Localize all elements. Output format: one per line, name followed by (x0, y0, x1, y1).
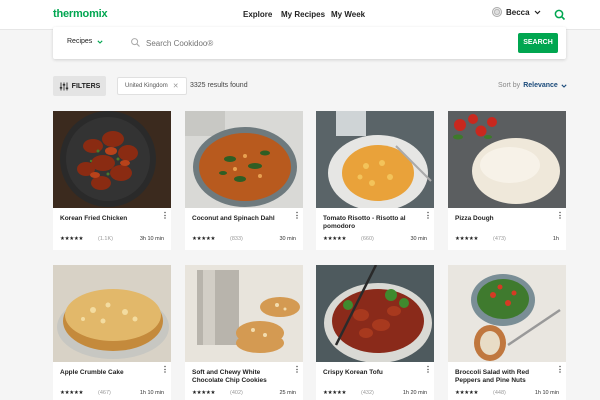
more-options-icon[interactable]: ⋮ (556, 212, 564, 220)
more-options-icon[interactable]: ⋮ (161, 366, 169, 374)
thermomix-logo[interactable]: thermomix (53, 8, 108, 20)
more-options-icon[interactable]: ⋮ (161, 212, 169, 220)
star-rating: ★★★★★ (323, 236, 347, 242)
recipe-image-apple-crumble-cake[interactable] (53, 265, 171, 362)
recipe-title[interactable]: Apple Crumble Cake (60, 369, 154, 377)
rating-count: (1.1K) (98, 236, 113, 242)
sort-value: Relevance (523, 82, 558, 89)
recipe-image-pizza-dough[interactable] (448, 111, 566, 208)
nav-my-week[interactable]: My Week (331, 10, 365, 19)
star-rating: ★★★★★ (455, 390, 479, 396)
recipe-card[interactable]: Pizza Dough ⋮ ★★★★★ (473) 1h (448, 111, 566, 250)
user-menu[interactable]: Becca (492, 7, 541, 17)
recipe-image-crispy-korean-tofu[interactable] (316, 265, 434, 362)
recipe-title[interactable]: Korean Fried Chicken (60, 215, 154, 223)
user-name: Becca (506, 7, 530, 17)
star-rating: ★★★★★ (192, 236, 216, 242)
recipe-image-white-chocolate-cookies[interactable] (185, 265, 303, 362)
chevron-down-icon (534, 10, 541, 14)
star-rating: ★★★★★ (455, 236, 479, 242)
rating-count: (660) (361, 236, 374, 242)
rating-count: (432) (361, 390, 374, 396)
star-rating: ★★★★★ (60, 236, 84, 242)
recipe-title[interactable]: Broccoli Salad with Red Peppers and Pine… (455, 369, 549, 385)
cook-time: 30 min (410, 236, 427, 242)
cook-time: 1h 10 min (534, 390, 559, 396)
filters-button[interactable]: FILTERS (53, 76, 106, 96)
recipe-title[interactable]: Coconut and Spinach Dahl (192, 215, 286, 223)
recipe-title[interactable]: Tomato Risotto - Risotto al pomodoro (323, 215, 417, 231)
recipe-image-coconut-dahl[interactable] (185, 111, 303, 208)
recipe-card[interactable]: Apple Crumble Cake ⋮ ★★★★★ (467) 1h 10 m… (53, 265, 171, 400)
results-count: 3325 results found (190, 82, 248, 89)
nav-explore[interactable]: Explore (243, 10, 272, 19)
cook-time: 1h (552, 236, 559, 242)
category-dropdown[interactable]: Recipes (67, 38, 103, 45)
rating-count: (473) (493, 236, 506, 242)
more-options-icon[interactable]: ⋮ (556, 366, 564, 374)
recipe-title[interactable]: Pizza Dough (455, 215, 549, 223)
filters-label: FILTERS (71, 82, 101, 90)
search-bar: Recipes SEARCH (53, 27, 566, 59)
rating-count: (448) (493, 390, 506, 396)
filter-sliders-icon (59, 82, 68, 90)
recipe-card[interactable]: Crispy Korean Tofu ⋮ ★★★★★ (432) 1h 20 m… (316, 265, 434, 400)
cook-time: 30 min (279, 236, 296, 242)
search-icon (131, 38, 140, 47)
cook-time: 25 min (279, 390, 296, 396)
nav-my-recipes[interactable]: My Recipes (281, 10, 325, 19)
rating-count: (467) (98, 390, 111, 396)
star-rating: ★★★★★ (192, 390, 216, 396)
search-button[interactable]: SEARCH (518, 33, 558, 53)
avatar (492, 7, 502, 17)
recipe-title[interactable]: Soft and Chewy White Chocolate Chip Cook… (192, 369, 286, 385)
star-rating: ★★★★★ (60, 390, 84, 396)
recipe-image-tomato-risotto[interactable] (316, 111, 434, 208)
more-options-icon[interactable]: ⋮ (293, 212, 301, 220)
category-label: Recipes (67, 38, 93, 45)
more-options-icon[interactable]: ⋮ (293, 366, 301, 374)
more-options-icon[interactable]: ⋮ (424, 366, 432, 374)
rating-count: (402) (230, 390, 243, 396)
recipe-title[interactable]: Crispy Korean Tofu (323, 369, 417, 377)
chevron-down-icon (561, 83, 567, 88)
search-input[interactable] (146, 36, 446, 50)
sort-dropdown[interactable]: Sort by Relevance (498, 82, 567, 89)
more-options-icon[interactable]: ⋮ (424, 212, 432, 220)
recipe-image-broccoli-salad[interactable] (448, 265, 566, 362)
sort-label: Sort by (498, 82, 521, 89)
top-header: thermomix Explore My Recipes My Week Bec… (0, 0, 600, 30)
recipe-card[interactable]: Broccoli Salad with Red Peppers and Pine… (448, 265, 566, 400)
chevron-down-icon (97, 39, 103, 44)
close-icon[interactable]: ✕ (173, 82, 179, 90)
recipe-card[interactable]: Coconut and Spinach Dahl ⋮ ★★★★★ (833) 3… (185, 111, 303, 250)
filter-chip-country[interactable]: United Kingdom ✕ (117, 77, 187, 95)
cook-time: 1h 10 min (139, 390, 164, 396)
cook-time: 1h 20 min (402, 390, 427, 396)
recipe-card[interactable]: Korean Fried Chicken ⋮ ★★★★★ (1.1K) 3h 1… (53, 111, 171, 250)
cook-time: 3h 10 min (139, 236, 164, 242)
recipe-card[interactable]: Soft and Chewy White Chocolate Chip Cook… (185, 265, 303, 400)
recipe-card[interactable]: Tomato Risotto - Risotto al pomodoro ⋮ ★… (316, 111, 434, 250)
rating-count: (833) (230, 236, 243, 242)
star-rating: ★★★★★ (323, 390, 347, 396)
search-icon[interactable] (553, 8, 567, 22)
recipe-image-korean-fried-chicken[interactable] (53, 111, 171, 208)
chip-label: United Kingdom (125, 83, 168, 89)
